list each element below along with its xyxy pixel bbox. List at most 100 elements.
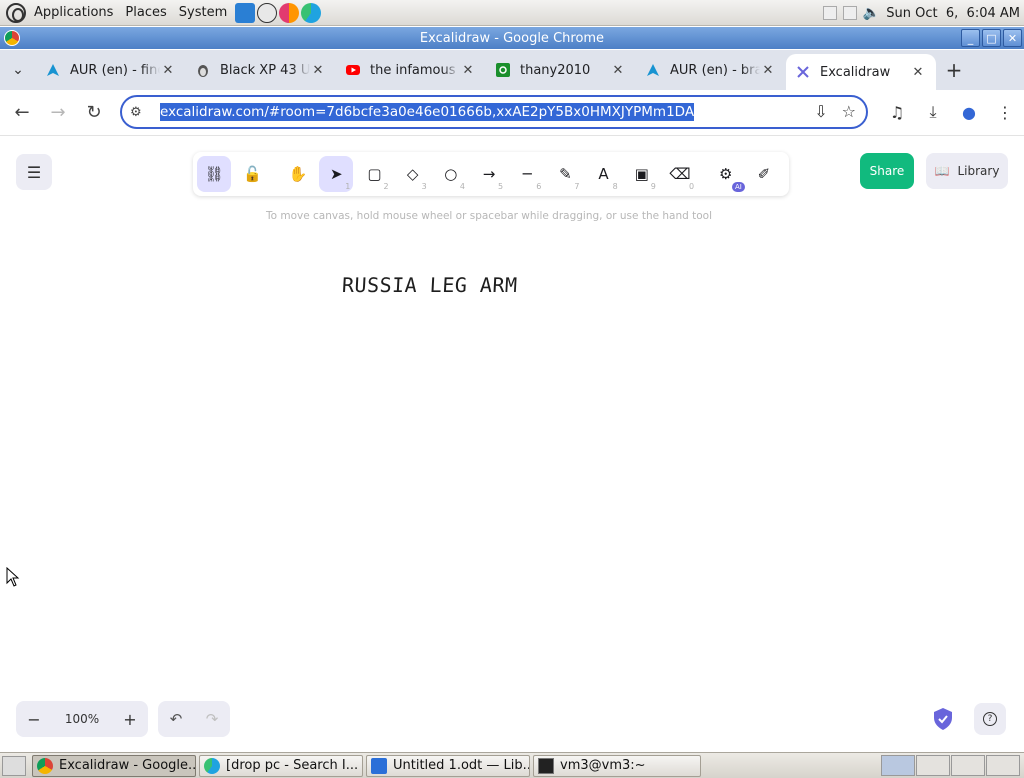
task-terminal[interactable]: vm3@vm3:~	[533, 754, 701, 777]
tab-close-icon[interactable]: ✕	[310, 63, 326, 78]
zoom-level[interactable]: 100%	[65, 712, 99, 726]
gnome-foot-icon[interactable]	[6, 2, 26, 23]
reload-button[interactable]: ↻	[76, 95, 112, 131]
library-button[interactable]: 📖 Library	[926, 153, 1008, 189]
excalidraw-icon	[797, 66, 809, 78]
vscode-launcher-icon[interactable]	[235, 2, 256, 23]
tool-image[interactable]: ▣ 9	[625, 156, 659, 192]
firefox-launcher-icon[interactable]	[279, 2, 300, 23]
tool-selection[interactable]: ➤ 1	[319, 156, 354, 192]
tab-youtube[interactable]: the infamous ✕	[336, 50, 486, 90]
ai-badge: AI	[731, 182, 745, 192]
help-button[interactable]: ?	[974, 703, 1006, 735]
url-text[interactable]: excalidraw.com/#room=7d6bcfe3a0e46e01666…	[160, 103, 695, 121]
tab-black-xp[interactable]: Black XP 43 U ✕	[186, 50, 336, 90]
maximize-button[interactable]: □	[982, 29, 1001, 47]
task-writer[interactable]: Untitled 1.odt — Lib...	[366, 754, 530, 777]
undo-redo-controls: ↶ ↷	[158, 701, 230, 737]
tool-diamond[interactable]: ◇ 3	[396, 156, 430, 192]
task-label: Excalidraw - Google...	[59, 758, 196, 773]
zoom-out-button[interactable]: −	[26, 710, 42, 729]
tool-ellipse[interactable]: ○ 4	[434, 156, 468, 192]
tab-close-icon[interactable]: ✕	[910, 65, 926, 80]
chrome-menu-icon[interactable]: ⋮	[994, 98, 1016, 126]
task-label: vm3@vm3:~	[560, 758, 646, 773]
forward-button[interactable]: →	[40, 95, 76, 131]
share-button[interactable]: Share	[860, 153, 914, 189]
minimize-button[interactable]: _	[961, 29, 980, 47]
tab-thany2010[interactable]: thany2010 ✕	[486, 50, 636, 90]
canvas-text-element[interactable]: RUSSIA LEG ARM	[341, 273, 518, 297]
places-menu[interactable]: Places	[119, 5, 172, 20]
clock[interactable]: Sun Oct 6, 6:04 AM	[886, 6, 1020, 21]
shape-toolbar: ⛓ 🔓 ✋ ➤ 1 ▢ 2 ◇ 3 ○ 4 → 5 ─ 6 ✎ 7 A 8 ▣ 9 ⌫ 0 ⚙ AI ✐	[193, 152, 789, 196]
show-desktop-icon[interactable]	[2, 755, 26, 776]
tool-arrow[interactable]: → 5	[472, 156, 506, 192]
workspace-1[interactable]	[881, 755, 915, 776]
new-tab-button[interactable]: +	[936, 58, 972, 82]
downloads-icon[interactable]: ⤓	[922, 98, 944, 126]
close-window-button[interactable]: ✕	[1003, 29, 1022, 47]
back-button[interactable]: ←	[4, 95, 40, 131]
workspace-4[interactable]	[986, 755, 1020, 776]
arch-icon	[47, 64, 59, 76]
profile-avatar-icon[interactable]: ●	[958, 98, 980, 126]
workspace-3[interactable]	[951, 755, 985, 776]
tab-excalidraw[interactable]: Excalidraw ✕	[786, 54, 936, 90]
rectangle-icon: ▢	[367, 165, 382, 183]
tab-search-icon[interactable]: ⌄	[0, 62, 36, 78]
tool-hand[interactable]: ✋	[281, 156, 315, 192]
tool-laser[interactable]: ✐	[747, 156, 781, 192]
hand-icon: ✋	[288, 165, 308, 183]
tray-icon[interactable]	[822, 6, 837, 20]
draw-icon: ✎	[559, 165, 572, 183]
tool-line[interactable]: ─ 6	[510, 156, 544, 192]
install-app-icon[interactable]: ⇩	[814, 102, 827, 121]
tray-icon[interactable]	[842, 6, 857, 20]
lock-icon: 🔓	[242, 165, 262, 183]
tool-rectangle[interactable]: ▢ 2	[357, 156, 391, 192]
tool-keep-selected-tool[interactable]: ⛓	[197, 156, 232, 192]
workspace-2[interactable]	[916, 755, 950, 776]
text-icon: A	[598, 165, 609, 183]
tab-aur-bra[interactable]: AUR (en) - bra ✕	[636, 50, 786, 90]
applications-menu[interactable]: Applications	[28, 5, 119, 20]
tab-strip: ⌄ AUR (en) - find ✕ Black XP 43 U ✕ the …	[0, 50, 1024, 90]
system-menu[interactable]: System	[173, 5, 233, 20]
tool-text[interactable]: A8	[586, 156, 620, 192]
site-settings-icon[interactable]: ⚙	[130, 105, 160, 120]
tool-shortcut-key: 3	[421, 182, 427, 191]
window-titlebar[interactable]: Excalidraw - Google Chrome _ □ ✕	[0, 27, 1024, 49]
tab-close-icon[interactable]: ✕	[460, 63, 476, 78]
tab-close-icon[interactable]: ✕	[760, 63, 776, 78]
tool-draw[interactable]: ✎ 7	[548, 156, 582, 192]
address-bar[interactable]: ⚙ excalidraw.com/#room=7d6bcfe3a0e46e016…	[120, 95, 868, 129]
undo-button[interactable]: ↶	[170, 710, 183, 728]
task-excalidraw[interactable]: Excalidraw - Google...	[32, 754, 196, 777]
tab-aur-find[interactable]: AUR (en) - find ✕	[36, 50, 186, 90]
workspace-switcher	[881, 755, 1020, 776]
zoom-in-button[interactable]: +	[122, 710, 138, 729]
task-drop-pc-search[interactable]: [drop pc - Search I...	[199, 754, 363, 777]
encryption-shield-icon[interactable]	[932, 707, 954, 731]
green-site-icon	[496, 63, 510, 77]
tool-lock[interactable]: 🔓	[235, 156, 269, 192]
redo-button[interactable]: ↷	[206, 710, 219, 728]
tab-label: thany2010	[520, 62, 591, 78]
taskbar: Excalidraw - Google... [drop pc - Search…	[0, 752, 1024, 778]
tab-close-icon[interactable]: ✕	[610, 63, 626, 78]
tool-shortcut-key: 6	[536, 182, 542, 191]
edge-dev-launcher-icon[interactable]	[301, 2, 322, 23]
excalidraw-canvas[interactable]: ☰ ⛓ 🔓 ✋ ➤ 1 ▢ 2 ◇ 3 ○ 4 → 5 ─ 6 ✎ 7 A 8 ▣ 9 ⌫ 0 ⚙ AI ✐ Share 📖 Li…	[0, 137, 1024, 752]
more-tools-icon: ⚙	[718, 165, 733, 183]
main-menu-button[interactable]: ☰	[16, 154, 52, 190]
tool-eraser[interactable]: ⌫ 0	[663, 156, 697, 192]
penguin-icon	[198, 65, 208, 77]
volume-icon[interactable]: 🔈	[863, 5, 880, 21]
bookmark-star-icon[interactable]: ☆	[842, 102, 856, 121]
media-controls-icon[interactable]: ♫	[886, 98, 908, 126]
tool-more-tools[interactable]: ⚙ AI	[709, 156, 745, 192]
cd-launcher-icon[interactable]	[257, 2, 278, 23]
task-label: [drop pc - Search I...	[226, 758, 359, 773]
tab-close-icon[interactable]: ✕	[160, 63, 176, 78]
